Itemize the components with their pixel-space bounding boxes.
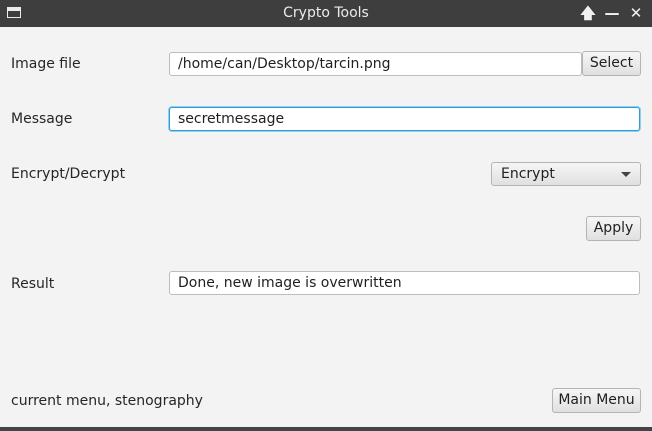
encrypt-decrypt-label: Encrypt/Decrypt (11, 166, 126, 182)
encrypt-decrypt-select[interactable]: Encrypt (491, 162, 641, 186)
select-value: Encrypt (501, 166, 555, 182)
minimize-icon[interactable]: — (602, 3, 622, 23)
message-field[interactable] (169, 107, 640, 131)
main-panel: Image file Select Message Encrypt/Decryp… (0, 27, 652, 427)
result-field[interactable] (169, 271, 640, 295)
select-file-button[interactable]: Select (582, 51, 641, 76)
maximize-icon[interactable]: 🡅 (578, 3, 598, 23)
message-label: Message (11, 111, 73, 127)
image-file-field[interactable] (169, 52, 582, 76)
title-bar: Crypto Tools 🡅 — ✕ (0, 0, 652, 27)
window-title: Crypto Tools (283, 5, 369, 21)
image-file-label: Image file (11, 56, 81, 72)
result-label: Result (11, 276, 55, 292)
close-icon[interactable]: ✕ (626, 3, 646, 23)
apply-button[interactable]: Apply (586, 216, 641, 241)
chevron-down-icon (621, 172, 631, 177)
status-text: current menu, stenography (11, 393, 203, 409)
window-bottom-border (0, 427, 652, 431)
main-menu-button[interactable]: Main Menu (552, 388, 641, 413)
